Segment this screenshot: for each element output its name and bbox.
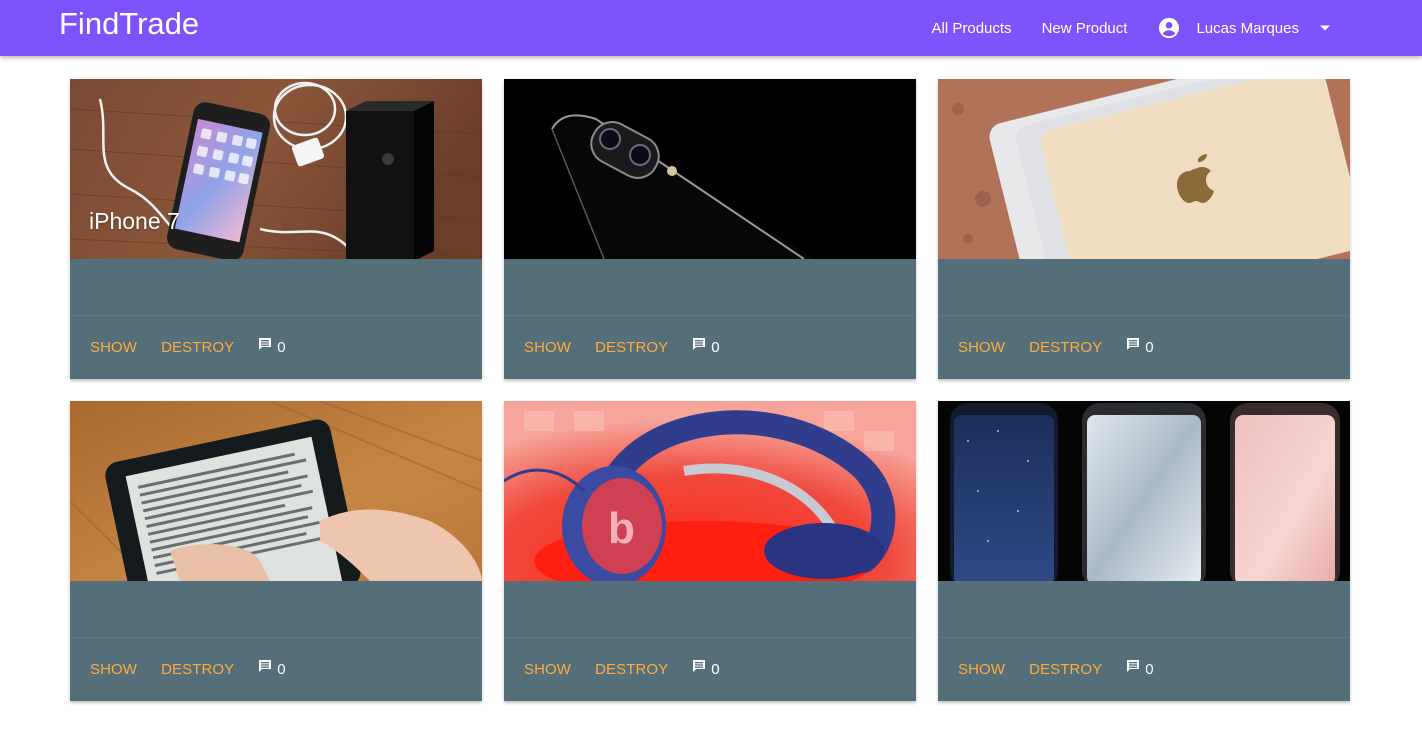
jet-black-iphone-camera-photo	[504, 79, 916, 259]
product-card: iPhone 7 SHOW DESTROY 0	[70, 79, 482, 379]
destroy-button[interactable]: DESTROY	[1029, 661, 1102, 678]
card-actions: SHOW DESTROY 0	[504, 638, 916, 700]
destroy-button[interactable]: DESTROY	[1029, 339, 1102, 356]
product-card: SHOW DESTROY 0	[938, 79, 1350, 379]
show-button[interactable]: SHOW	[958, 339, 1005, 356]
nav-links: All Products New Product Lucas Marques	[932, 0, 1422, 56]
card-content	[70, 259, 482, 316]
beats-headphones-photo: b	[504, 401, 916, 581]
comment-count[interactable]: 0	[1126, 658, 1154, 678]
comment-count[interactable]: 0	[692, 336, 720, 356]
product-image	[70, 401, 482, 581]
nav-all-products-link[interactable]: All Products	[932, 20, 1012, 37]
card-content	[504, 259, 916, 316]
user-name: Lucas Marques	[1196, 19, 1299, 37]
user-menu-dropdown[interactable]: Lucas Marques	[1158, 17, 1331, 39]
comment-icon	[259, 659, 272, 672]
comment-count[interactable]: 0	[258, 658, 286, 678]
product-card: SHOW DESTROY 0	[504, 79, 916, 379]
product-image	[938, 79, 1350, 259]
show-button[interactable]: SHOW	[90, 661, 137, 678]
comment-icon	[259, 337, 272, 350]
card-content	[504, 581, 916, 638]
show-button[interactable]: SHOW	[90, 339, 137, 356]
card-actions: SHOW DESTROY 0	[70, 316, 482, 378]
destroy-button[interactable]: DESTROY	[161, 661, 234, 678]
product-card: SHOW DESTROY 0	[938, 401, 1350, 701]
product-card: b SHOW DESTROY 0	[504, 401, 916, 701]
comment-count-value: 0	[711, 660, 720, 678]
top-navbar: FindTrade All Products New Product Lucas…	[0, 0, 1422, 56]
comment-count-value: 0	[277, 338, 286, 356]
comment-count-value: 0	[1145, 660, 1154, 678]
brand-logo[interactable]: FindTrade	[59, 6, 199, 42]
arrow-drop-down-icon	[1320, 25, 1330, 31]
svg-text:b: b	[608, 504, 635, 553]
card-content	[70, 581, 482, 638]
comment-count-value: 0	[711, 338, 720, 356]
card-actions: SHOW DESTROY 0	[504, 316, 916, 378]
comment-count-value: 0	[1145, 338, 1154, 356]
product-image: iPhone 7	[70, 79, 482, 259]
show-button[interactable]: SHOW	[524, 339, 571, 356]
product-image: b	[504, 401, 916, 581]
show-button[interactable]: SHOW	[958, 661, 1005, 678]
card-actions: SHOW DESTROY 0	[70, 638, 482, 700]
comment-count[interactable]: 0	[258, 336, 286, 356]
card-content	[938, 581, 1350, 638]
nav-new-product-link[interactable]: New Product	[1042, 20, 1128, 37]
destroy-button[interactable]: DESTROY	[595, 339, 668, 356]
card-content	[938, 259, 1350, 316]
kindle-ereader-photo	[70, 401, 482, 581]
comment-icon	[693, 659, 706, 672]
account-circle-icon	[1159, 17, 1180, 39]
comment-count[interactable]: 0	[692, 658, 720, 678]
comment-count-value: 0	[277, 660, 286, 678]
comment-count[interactable]: 0	[1126, 336, 1154, 356]
stacked-macbooks-photo	[938, 79, 1350, 259]
card-actions: SHOW DESTROY 0	[938, 316, 1350, 378]
comment-icon	[1127, 337, 1140, 350]
product-grid: iPhone 7 SHOW DESTROY 0 SHOW DESTROY 0 S…	[70, 79, 1350, 701]
show-button[interactable]: SHOW	[524, 661, 571, 678]
card-actions: SHOW DESTROY 0	[938, 638, 1350, 700]
destroy-button[interactable]: DESTROY	[595, 661, 668, 678]
product-image	[938, 401, 1350, 581]
product-image	[504, 79, 916, 259]
product-card: SHOW DESTROY 0	[70, 401, 482, 701]
galaxy-s8-phones-photo	[938, 401, 1350, 581]
destroy-button[interactable]: DESTROY	[161, 339, 234, 356]
product-title: iPhone 7	[89, 208, 180, 234]
comment-icon	[1127, 659, 1140, 672]
comment-icon	[693, 337, 706, 350]
